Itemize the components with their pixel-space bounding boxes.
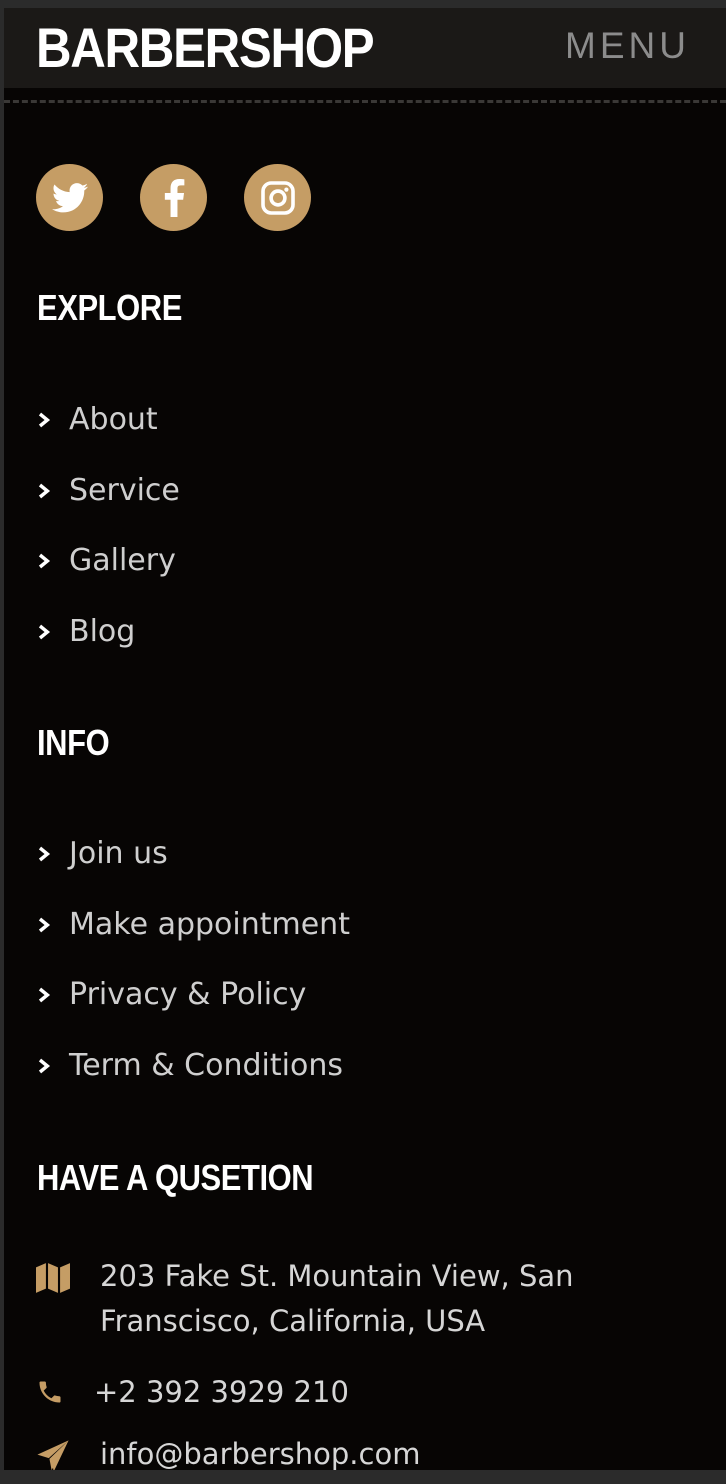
contact-heading: HAVE A QUSETION (37, 1157, 314, 1198)
explore-link-service[interactable]: Service (37, 456, 180, 527)
info-link-privacy-policy[interactable]: Privacy & Policy (37, 960, 350, 1031)
explore-link-label: Gallery (69, 543, 176, 579)
explore-link-label: Service (69, 472, 180, 508)
info-heading: INFO (37, 722, 110, 763)
email-text: info@barbershop.com (100, 1437, 421, 1470)
info-link-label: Join us (69, 836, 168, 872)
instagram-icon (260, 180, 295, 215)
instagram-link[interactable] (244, 164, 311, 231)
info-list: Join us Make appointment Privacy & Polic… (37, 819, 350, 1101)
paper-plane-icon (36, 1438, 72, 1470)
chevron-right-icon (37, 623, 53, 641)
chevron-right-icon (37, 552, 53, 570)
site-header: BARBERSHOP MENU (4, 8, 726, 88)
info-link-join-us[interactable]: Join us (37, 819, 350, 890)
info-link-make-appointment[interactable]: Make appointment (37, 890, 350, 961)
facebook-link[interactable] (140, 164, 207, 231)
chevron-right-icon (37, 482, 53, 500)
info-link-label: Make appointment (69, 906, 350, 942)
info-link-terms-conditions[interactable]: Term & Conditions (37, 1031, 350, 1102)
explore-list: About Service Gallery Blog (37, 385, 180, 667)
info-link-label: Term & Conditions (69, 1047, 343, 1083)
explore-link-gallery[interactable]: Gallery (37, 526, 180, 597)
explore-link-label: Blog (69, 613, 136, 649)
contact-address: 203 Fake St. Mountain View, San Franscis… (36, 1254, 574, 1344)
explore-heading: EXPLORE (37, 287, 182, 328)
page-frame: BARBERSHOP MENU EXPLORE About Service Ga… (4, 8, 726, 1470)
address-text: 203 Fake St. Mountain View, San Franscis… (100, 1254, 574, 1344)
explore-link-about[interactable]: About (37, 385, 180, 456)
chevron-right-icon (37, 1057, 53, 1075)
explore-link-label: About (69, 402, 158, 438)
phone-text: +2 392 3929 210 (94, 1375, 349, 1409)
social-links (36, 164, 311, 232)
address-line-2: Franscisco, California, USA (100, 1304, 486, 1338)
chevron-right-icon (37, 916, 53, 934)
facebook-icon (164, 178, 184, 217)
info-link-label: Privacy & Policy (69, 977, 307, 1013)
contact-email[interactable]: info@barbershop.com (36, 1432, 420, 1470)
twitter-icon (51, 182, 88, 212)
header-divider (4, 100, 726, 103)
map-icon (36, 1260, 72, 1296)
explore-link-blog[interactable]: Blog (37, 597, 180, 668)
brand-logo[interactable]: BARBERSHOP (36, 16, 375, 80)
phone-icon (36, 1374, 72, 1410)
menu-button[interactable]: MENU (565, 24, 690, 68)
chevron-right-icon (37, 845, 53, 863)
address-line-1: 203 Fake St. Mountain View, San (100, 1259, 574, 1293)
twitter-link[interactable] (36, 164, 103, 231)
chevron-right-icon (37, 411, 53, 429)
chevron-right-icon (37, 986, 53, 1004)
contact-phone[interactable]: +2 392 3929 210 (36, 1370, 349, 1415)
